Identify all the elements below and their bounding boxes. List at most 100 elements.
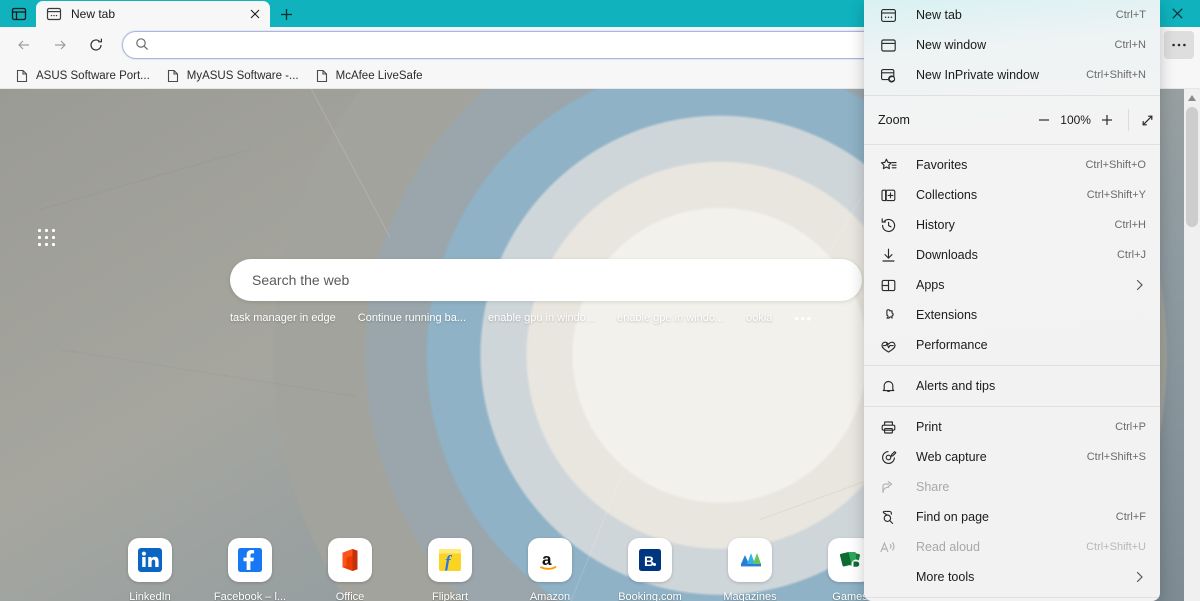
shortcut-facebook[interactable]: Facebook – l... [200,538,300,601]
performance-icon [878,335,898,355]
menu-item-label: Favorites [916,158,968,172]
menu-item-label: Find on page [916,510,989,524]
zoom-out-button[interactable] [1031,106,1056,134]
menu-item-label: More tools [916,570,975,584]
menu-item-history[interactable]: History Ctrl+H [864,210,1160,240]
shortcut-linkedin[interactable]: LinkedIn [100,538,200,601]
shortcut-booking[interactable]: B Booking.com [600,538,700,601]
browser-settings-menu: New tab Ctrl+T New window Ctrl+N New InP… [864,0,1160,601]
tab-title: New tab [71,7,116,21]
chevron-right-icon [1132,279,1146,291]
menu-item-shortcut: Ctrl+Shift+U [1086,541,1146,553]
menu-item-label: Share [916,480,950,494]
readaloud-icon [878,537,898,557]
menu-separator [864,597,1160,598]
menu-item-label: Read aloud [916,540,980,554]
shortcut-label: Magazines [723,591,777,601]
menu-item-shortcut: Ctrl+H [1114,219,1146,231]
favorites-icon [878,155,898,175]
bell-icon [878,376,898,396]
menu-item-read-aloud: Read aloud Ctrl+Shift+U [864,532,1160,562]
webcapture-icon [878,447,898,467]
menu-item-shortcut: Ctrl+F [1115,511,1146,523]
search-icon [135,37,151,53]
page-scrollbar[interactable] [1184,89,1200,601]
menu-item-apps[interactable]: Apps [864,270,1160,300]
fullscreen-icon[interactable] [1135,106,1160,134]
menu-item-new-inprivate-window[interactable]: New InPrivate window Ctrl+Shift+N [864,60,1160,90]
menu-item-favorites[interactable]: Favorites Ctrl+Shift+O [864,150,1160,180]
refresh-button[interactable] [82,31,110,59]
trending-item[interactable]: ookla [746,312,772,324]
bookmark-item[interactable]: MyASUS Software -... [159,65,306,87]
shortcut-amazon[interactable]: a Amazon [500,538,600,601]
menu-item-find-on-page[interactable]: Find on page Ctrl+F [864,502,1160,532]
share-icon [878,477,898,497]
menu-item-collections[interactable]: Collections Ctrl+Shift+Y [864,180,1160,210]
new-tab-button[interactable] [274,3,298,25]
menu-item-label: Downloads [916,248,978,262]
close-icon[interactable] [246,5,264,23]
bookmark-item[interactable]: ASUS Software Port... [8,65,157,87]
trending-item[interactable]: enable gpu in windo... [488,312,595,324]
zoom-value: 100% [1060,113,1091,127]
magazines-icon [728,538,772,582]
office-icon [328,538,372,582]
trending-item[interactable]: task manager in edge [230,312,336,324]
menu-item-web-capture[interactable]: Web capture Ctrl+Shift+S [864,442,1160,472]
menu-item-new-tab[interactable]: New tab Ctrl+T [864,0,1160,30]
menu-item-label: Apps [916,278,945,292]
print-icon [878,417,898,437]
menu-separator [864,365,1160,366]
trending-item[interactable]: enable gpe in windo... [617,312,724,324]
browser-tab[interactable]: New tab [36,1,270,27]
menu-item-shortcut: Ctrl+P [1115,421,1146,433]
menu-item-shortcut: Ctrl+N [1114,39,1146,51]
bookmark-item[interactable]: McAfee LiveSafe [308,65,430,87]
shortcut-magazines[interactable]: Magazines [700,538,800,601]
newtab-icon [878,5,898,25]
menu-item-label: New window [916,38,987,52]
shortcut-label: Flipkart [431,591,469,601]
shortcut-label: Booking.com [618,591,682,601]
menu-item-new-window[interactable]: New window Ctrl+N [864,30,1160,60]
page-icon [166,69,180,83]
menu-item-label: Performance [916,338,988,352]
menu-item-label: Alerts and tips [916,379,996,393]
shortcut-office[interactable]: Office [300,538,400,601]
shortcut-flipkart[interactable]: f Flipkart [400,538,500,601]
trending-item[interactable]: Continue running ba... [358,312,466,324]
window-close-button[interactable] [1154,0,1200,27]
svg-text:a: a [542,550,552,569]
forward-button[interactable] [46,31,74,59]
menu-item-shortcut: Ctrl+Shift+S [1086,451,1146,463]
menu-separator [864,406,1160,407]
search-input[interactable]: Search the web [230,259,862,301]
zoom-divider [1127,109,1129,131]
downloads-icon [878,245,898,265]
menu-item-extensions[interactable]: Extensions [864,300,1160,330]
bookmark-label: MyASUS Software -... [186,69,299,82]
menu-item-print[interactable]: Print Ctrl+P [864,412,1160,442]
zoom-in-button[interactable] [1095,106,1120,134]
shortcut-label: Games [832,591,868,601]
back-button[interactable] [10,31,38,59]
chevron-right-icon [1132,571,1146,583]
menu-item-downloads[interactable]: Downloads Ctrl+J [864,240,1160,270]
facebook-icon [228,538,272,582]
shortcut-label: LinkedIn [129,591,171,601]
trending-more-button[interactable]: ••• [794,311,812,326]
menu-item-more-tools[interactable]: More tools [864,562,1160,592]
zoom-label: Zoom [878,113,910,127]
settings-and-more-button[interactable] [1164,31,1194,59]
tab-search-icon[interactable] [8,3,30,25]
scrollbar-thumb[interactable] [1186,107,1198,227]
menu-item-alerts-and-tips[interactable]: Alerts and tips [864,371,1160,401]
menu-item-performance[interactable]: Performance [864,330,1160,360]
menu-item-label: History [916,218,955,232]
app-launcher-icon[interactable] [38,229,56,247]
bookmark-label: McAfee LiveSafe [335,69,423,82]
flipkart-icon: f [428,538,472,582]
scroll-up-arrow-icon[interactable] [1184,89,1200,106]
shortcut-tiles: LinkedIn Facebook – l... Office f Flipka… [100,538,920,601]
